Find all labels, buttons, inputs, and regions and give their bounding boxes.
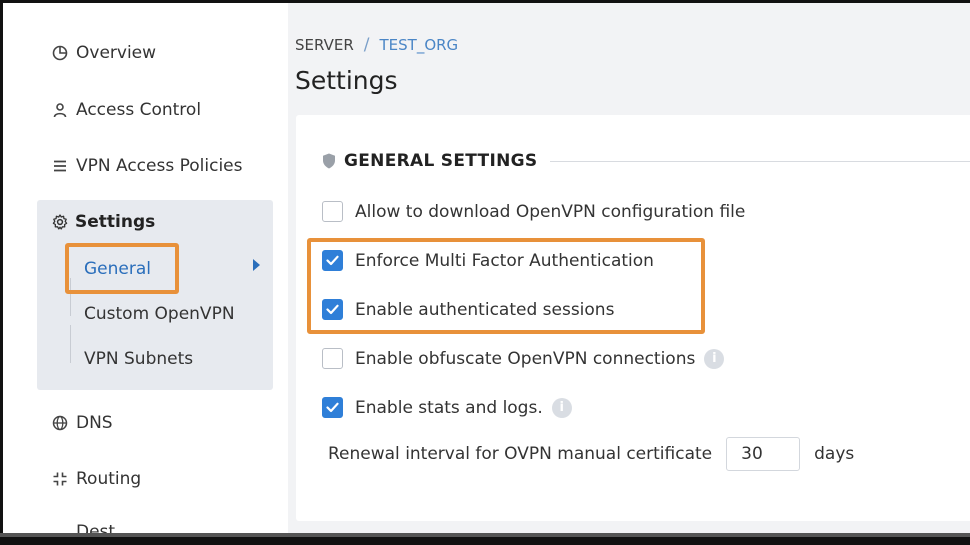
- sidebar-settings-group: Settings General Custom OpenVPN VPN Subn…: [37, 200, 273, 390]
- gear-icon: [51, 213, 69, 231]
- sidebar-item-settings[interactable]: Settings: [51, 212, 155, 232]
- general-settings-card: GENERAL SETTINGS Allow to download OpenV…: [296, 115, 970, 521]
- option-label: Allow to download OpenVPN configuration …: [355, 201, 746, 222]
- renewal-interval-row: Renewal interval for OVPN manual certifi…: [328, 437, 854, 471]
- breadcrumb: SERVER / TEST_ORG: [295, 35, 458, 55]
- info-icon[interactable]: i: [551, 397, 572, 418]
- renewal-unit: days: [814, 444, 855, 464]
- section-header: GENERAL SETTINGS: [322, 151, 537, 171]
- breadcrumb-server[interactable]: SERVER: [295, 36, 354, 54]
- sidebar-item-partial[interactable]: Dest...: [51, 522, 131, 533]
- section-divider: [550, 161, 970, 162]
- sidebar-item-access-control[interactable]: Access Control: [51, 100, 201, 120]
- section-title: GENERAL SETTINGS: [344, 151, 538, 171]
- checkbox-enable-obfuscate[interactable]: [322, 348, 343, 369]
- sidebar-item-label: Routing: [76, 469, 142, 489]
- routing-icon: [51, 470, 69, 488]
- pie-chart-icon: [51, 44, 69, 62]
- checkbox-allow-download-config[interactable]: [322, 201, 343, 222]
- breadcrumb-separator: /: [363, 35, 370, 55]
- list-icon: [51, 157, 69, 175]
- frame-bottom: [0, 533, 970, 545]
- highlight-box-general: [65, 243, 179, 294]
- sidebar-item-routing[interactable]: Routing: [51, 469, 141, 489]
- checkmark-icon: [326, 402, 339, 413]
- user-icon: [51, 101, 69, 119]
- page-title: Settings: [295, 66, 398, 95]
- sidebar: Overview Access Control VPN Access Polic…: [3, 3, 288, 533]
- caret-right-icon: [253, 259, 260, 271]
- main-content: SERVER / TEST_ORG Settings GENERAL SETTI…: [288, 3, 970, 533]
- sidebar-item-label: Settings: [75, 212, 156, 232]
- renewal-label: Renewal interval for OVPN manual certifi…: [328, 444, 713, 464]
- info-icon[interactable]: i: [704, 348, 725, 369]
- option-allow-download-config[interactable]: Allow to download OpenVPN configuration …: [322, 201, 745, 222]
- option-label: Enable stats and logs.: [355, 397, 543, 418]
- breadcrumb-org[interactable]: TEST_ORG: [380, 36, 459, 54]
- sidebar-item-label: Dest...: [76, 522, 132, 533]
- sidebar-item-label: DNS: [76, 413, 113, 433]
- option-enable-obfuscate[interactable]: Enable obfuscate OpenVPN connections i: [322, 348, 725, 369]
- sidebar-subitem-vpn-subnets[interactable]: VPN Subnets: [84, 349, 193, 369]
- sidebar-item-vpn-access-policies[interactable]: VPN Access Policies: [51, 156, 242, 176]
- sidebar-item-label: VPN Access Policies: [76, 156, 243, 176]
- highlight-box-mfa-options: [307, 238, 705, 334]
- option-label: Enable obfuscate OpenVPN connections: [355, 348, 696, 369]
- sidebar-subitem-custom-openvpn[interactable]: Custom OpenVPN: [84, 304, 235, 324]
- shield-icon: [323, 153, 335, 169]
- sidebar-item-label: Access Control: [76, 100, 202, 120]
- tree-line: [70, 325, 71, 363]
- renewal-interval-input[interactable]: [726, 437, 801, 471]
- sidebar-item-overview[interactable]: Overview: [51, 43, 156, 63]
- checkbox-enable-stats-logs[interactable]: [322, 397, 343, 418]
- globe-icon: [51, 414, 69, 432]
- sidebar-item-dns[interactable]: DNS: [51, 413, 113, 433]
- sidebar-item-label: Overview: [76, 43, 157, 63]
- option-enable-stats-logs[interactable]: Enable stats and logs. i: [322, 397, 572, 418]
